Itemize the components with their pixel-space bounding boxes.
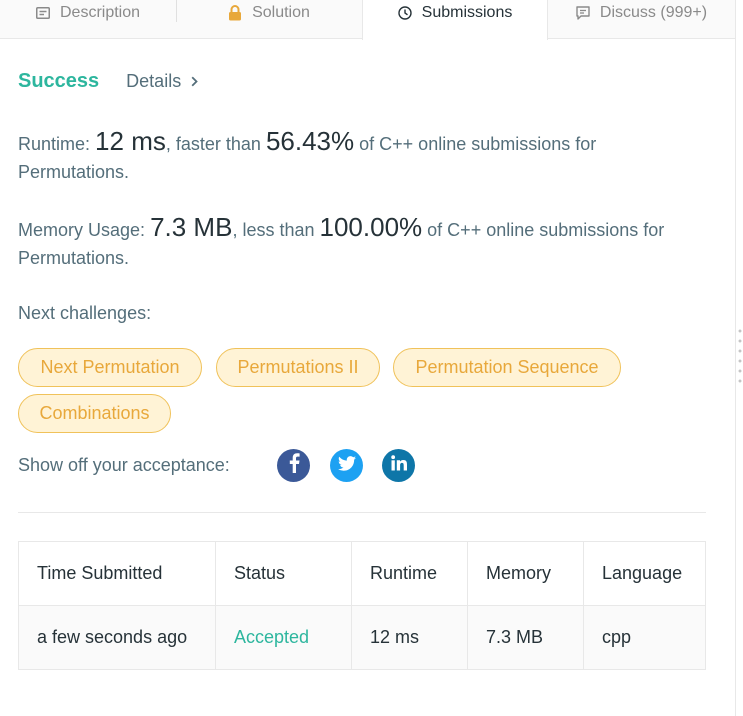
chevron-right-icon: [191, 76, 198, 87]
table-header-row: Time Submitted Status Runtime Memory Lan…: [18, 541, 706, 606]
cell-language: cpp: [583, 605, 706, 670]
tab-submissions[interactable]: Submissions: [362, 0, 548, 40]
challenge-permutation-sequence[interactable]: Permutation Sequence: [393, 348, 621, 387]
share-label: Show off your acceptance:: [18, 455, 230, 475]
memory-percentile: 100.00%: [319, 212, 423, 242]
lock-icon: [228, 4, 242, 21]
memory-value: 7.3 MB: [150, 212, 233, 242]
memory-stat: Memory Usage: 7.3 MB, less than 100.00% …: [18, 213, 708, 272]
linkedin-share-button[interactable]: [382, 449, 415, 482]
tab-solution[interactable]: Solution: [176, 0, 362, 39]
section-divider: [18, 512, 706, 513]
memory-label: Memory Usage:: [18, 220, 146, 240]
next-challenges-label: Next challenges:: [18, 303, 152, 323]
runtime-label: Runtime:: [18, 134, 91, 154]
tab-label: Submissions: [421, 4, 513, 21]
result-header: Success Details: [18, 70, 198, 93]
challenge-permutations-ii[interactable]: Permutations II: [216, 348, 380, 387]
resize-handle[interactable]: [738, 326, 742, 386]
facebook-share-button[interactable]: [277, 449, 310, 482]
submissions-table: Time Submitted Status Runtime Memory Lan…: [18, 541, 706, 670]
tab-label: Description: [59, 3, 141, 21]
column-header-status[interactable]: Status: [215, 541, 352, 606]
tab-description[interactable]: Description: [0, 0, 176, 39]
runtime-comparison: , faster than: [165, 134, 261, 154]
twitter-icon: [337, 455, 356, 476]
tab-label: Solution: [252, 3, 310, 21]
tab-divider: [176, 0, 177, 22]
memory-comparison: , less than: [232, 220, 315, 240]
runtime-value: 12 ms: [95, 126, 166, 156]
runtime-percentile: 56.43%: [265, 126, 355, 156]
challenge-next-permutation[interactable]: Next Permutation: [18, 348, 202, 387]
details-link[interactable]: Details: [126, 71, 198, 92]
cell-runtime: 12 ms: [351, 605, 468, 670]
result-status: Success: [18, 70, 100, 92]
clock-icon: [397, 6, 412, 20]
cell-time-submitted: a few seconds ago: [18, 605, 216, 670]
table-row[interactable]: a few seconds ago Accepted 12 ms 7.3 MB …: [18, 605, 706, 670]
column-header-runtime[interactable]: Runtime: [351, 541, 468, 606]
description-icon: [35, 6, 50, 19]
tab-discuss[interactable]: Discuss (999+): [548, 0, 735, 39]
linkedin-icon: [390, 455, 407, 476]
panel-divider: [735, 0, 736, 716]
facebook-icon: [288, 453, 300, 478]
runtime-stat: Runtime: 12 ms, faster than 56.43% of C+…: [18, 127, 708, 186]
details-label: Details: [126, 71, 182, 91]
tab-bar: Description Solution Submissions Discuss…: [0, 0, 735, 40]
column-header-time-submitted[interactable]: Time Submitted: [18, 541, 216, 606]
cell-status-link[interactable]: Accepted: [215, 605, 352, 670]
column-header-language[interactable]: Language: [583, 541, 706, 606]
twitter-share-button[interactable]: [330, 449, 363, 482]
cell-memory: 7.3 MB: [467, 605, 584, 670]
column-header-memory[interactable]: Memory: [467, 541, 584, 606]
challenge-combinations[interactable]: Combinations: [18, 394, 171, 433]
tab-label: Discuss (999+): [599, 3, 708, 21]
comment-icon: [576, 5, 590, 20]
